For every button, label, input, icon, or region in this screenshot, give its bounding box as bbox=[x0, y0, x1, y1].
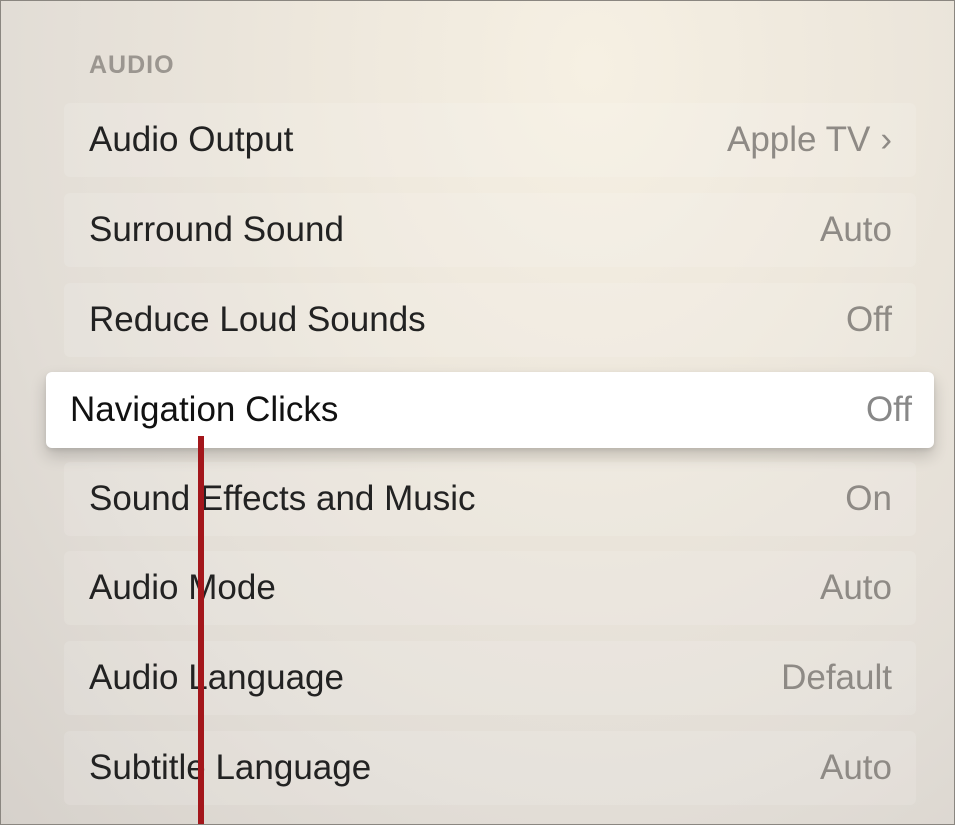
setting-label: Surround Sound bbox=[89, 210, 344, 249]
setting-label: Sound Effects and Music bbox=[89, 479, 476, 518]
settings-screen: AUDIO Audio Output Apple TV › Surround So… bbox=[0, 0, 955, 825]
setting-row-audio-language[interactable]: Audio Language Default bbox=[64, 641, 916, 715]
setting-label: Audio Mode bbox=[89, 568, 276, 607]
setting-row-navigation-clicks[interactable]: Navigation Clicks Off bbox=[46, 372, 934, 448]
setting-value: Off bbox=[865, 390, 912, 429]
setting-value: Auto bbox=[820, 748, 892, 787]
setting-label: Audio Output bbox=[89, 120, 294, 159]
setting-row-surround-sound[interactable]: Surround Sound Auto bbox=[64, 193, 916, 267]
setting-value: Default bbox=[781, 658, 892, 697]
setting-value: Auto bbox=[820, 568, 892, 607]
setting-label: Subtitle Language bbox=[89, 748, 372, 787]
chevron-right-icon: › bbox=[880, 120, 892, 159]
setting-label: Navigation Clicks bbox=[70, 390, 339, 429]
section-header-audio: AUDIO bbox=[89, 51, 175, 79]
setting-value: Off bbox=[845, 300, 892, 339]
setting-row-audio-mode[interactable]: Audio Mode Auto bbox=[64, 551, 916, 625]
setting-value: Apple TV › bbox=[727, 120, 892, 159]
setting-label: Reduce Loud Sounds bbox=[89, 300, 426, 339]
setting-row-audio-output[interactable]: Audio Output Apple TV › bbox=[64, 103, 916, 177]
setting-label: Audio Language bbox=[89, 658, 344, 697]
setting-row-reduce-loud-sounds[interactable]: Reduce Loud Sounds Off bbox=[64, 283, 916, 357]
setting-row-subtitle-language[interactable]: Subtitle Language Auto bbox=[64, 731, 916, 805]
setting-value: On bbox=[845, 479, 892, 518]
setting-row-sound-effects-and-music[interactable]: Sound Effects and Music On bbox=[64, 462, 916, 536]
setting-value: Auto bbox=[820, 210, 892, 249]
annotation-marker-line bbox=[198, 436, 204, 824]
